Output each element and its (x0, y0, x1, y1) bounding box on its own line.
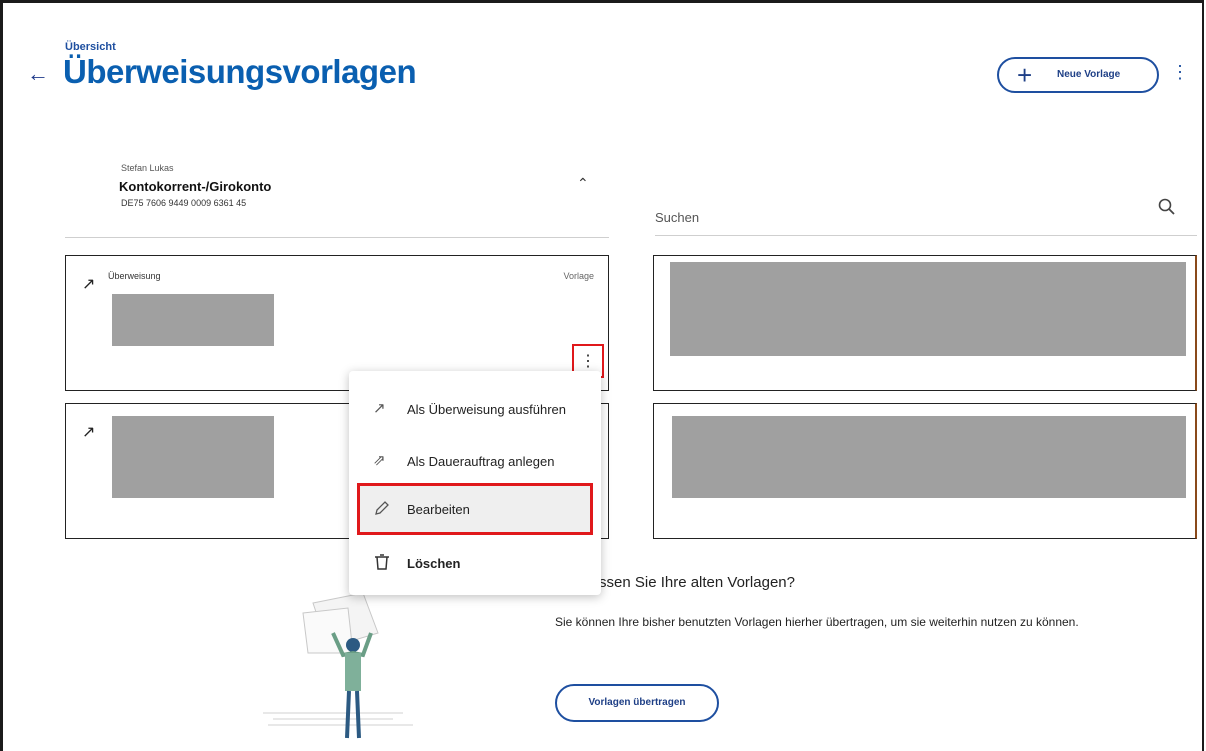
missing-templates-title: ssen Sie Ihre alten Vorlagen? (599, 574, 795, 591)
arrow-up-right-icon: ↗ (82, 424, 96, 441)
transfer-templates-button[interactable]: Vorlagen übertragen (555, 684, 719, 722)
menu-item-execute-transfer[interactable]: ↗ Als Überweisung ausführen (349, 383, 601, 435)
template-card[interactable] (653, 255, 1197, 391)
redacted-content (112, 416, 274, 498)
template-card[interactable] (653, 403, 1197, 539)
redacted-content (672, 416, 1186, 498)
new-template-label: Neue Vorlage (1057, 69, 1121, 80)
chevron-up-down-icon[interactable]: ⌃ (577, 175, 589, 192)
menu-item-label: Als Dauerauftrag anlegen (407, 454, 555, 469)
redacted-content (112, 294, 274, 346)
standing-order-icon: ⇗ (373, 452, 386, 469)
menu-item-delete[interactable]: Löschen (349, 537, 601, 589)
new-template-button[interactable]: + Neue Vorlage (997, 57, 1159, 93)
plus-icon: + (1017, 60, 1033, 90)
account-owner: Stefan Lukas (121, 163, 174, 173)
back-arrow-icon[interactable]: ← (27, 61, 49, 87)
menu-item-label: Bearbeiten (407, 502, 470, 517)
search-bar (655, 195, 1197, 236)
redacted-content (670, 262, 1186, 356)
pencil-icon (375, 501, 389, 515)
trash-icon (375, 554, 389, 570)
account-iban: DE75 7606 9449 0009 6361 45 (121, 198, 247, 208)
arrow-up-right-icon: ↗ (82, 276, 96, 293)
search-icon[interactable] (1157, 197, 1177, 217)
card-type: Überweisung (108, 271, 161, 281)
search-input[interactable] (655, 203, 1137, 231)
page-title: Überweisungsvorlagen (63, 53, 417, 90)
menu-item-label: Als Überweisung ausführen (407, 402, 566, 417)
card-tag: Vorlage (563, 271, 594, 281)
account-name: Kontokorrent-/Girokonto (119, 179, 272, 194)
menu-item-label: Löschen (407, 556, 461, 571)
menu-item-standing-order[interactable]: ⇗ Als Dauerauftrag anlegen (349, 435, 601, 487)
illustration (263, 593, 413, 739)
menu-item-edit[interactable]: Bearbeiten (357, 483, 593, 535)
breadcrumb[interactable]: Übersicht (65, 41, 116, 53)
app-window: ← Übersicht Überweisungsvorlagen + Neue … (0, 0, 1204, 751)
transfer-templates-label: Vorlagen übertragen (588, 697, 686, 708)
arrow-up-right-icon: ↗ (373, 400, 386, 417)
more-options-icon[interactable]: ⋮ (1171, 63, 1189, 81)
account-selector[interactable]: Stefan Lukas Kontokorrent-/Girokonto DE7… (65, 153, 609, 238)
missing-templates-text: Sie können Ihre bisher benutzten Vorlage… (555, 615, 1079, 629)
context-menu: ↗ Als Überweisung ausführen ⇗ Als Dauera… (349, 371, 601, 595)
